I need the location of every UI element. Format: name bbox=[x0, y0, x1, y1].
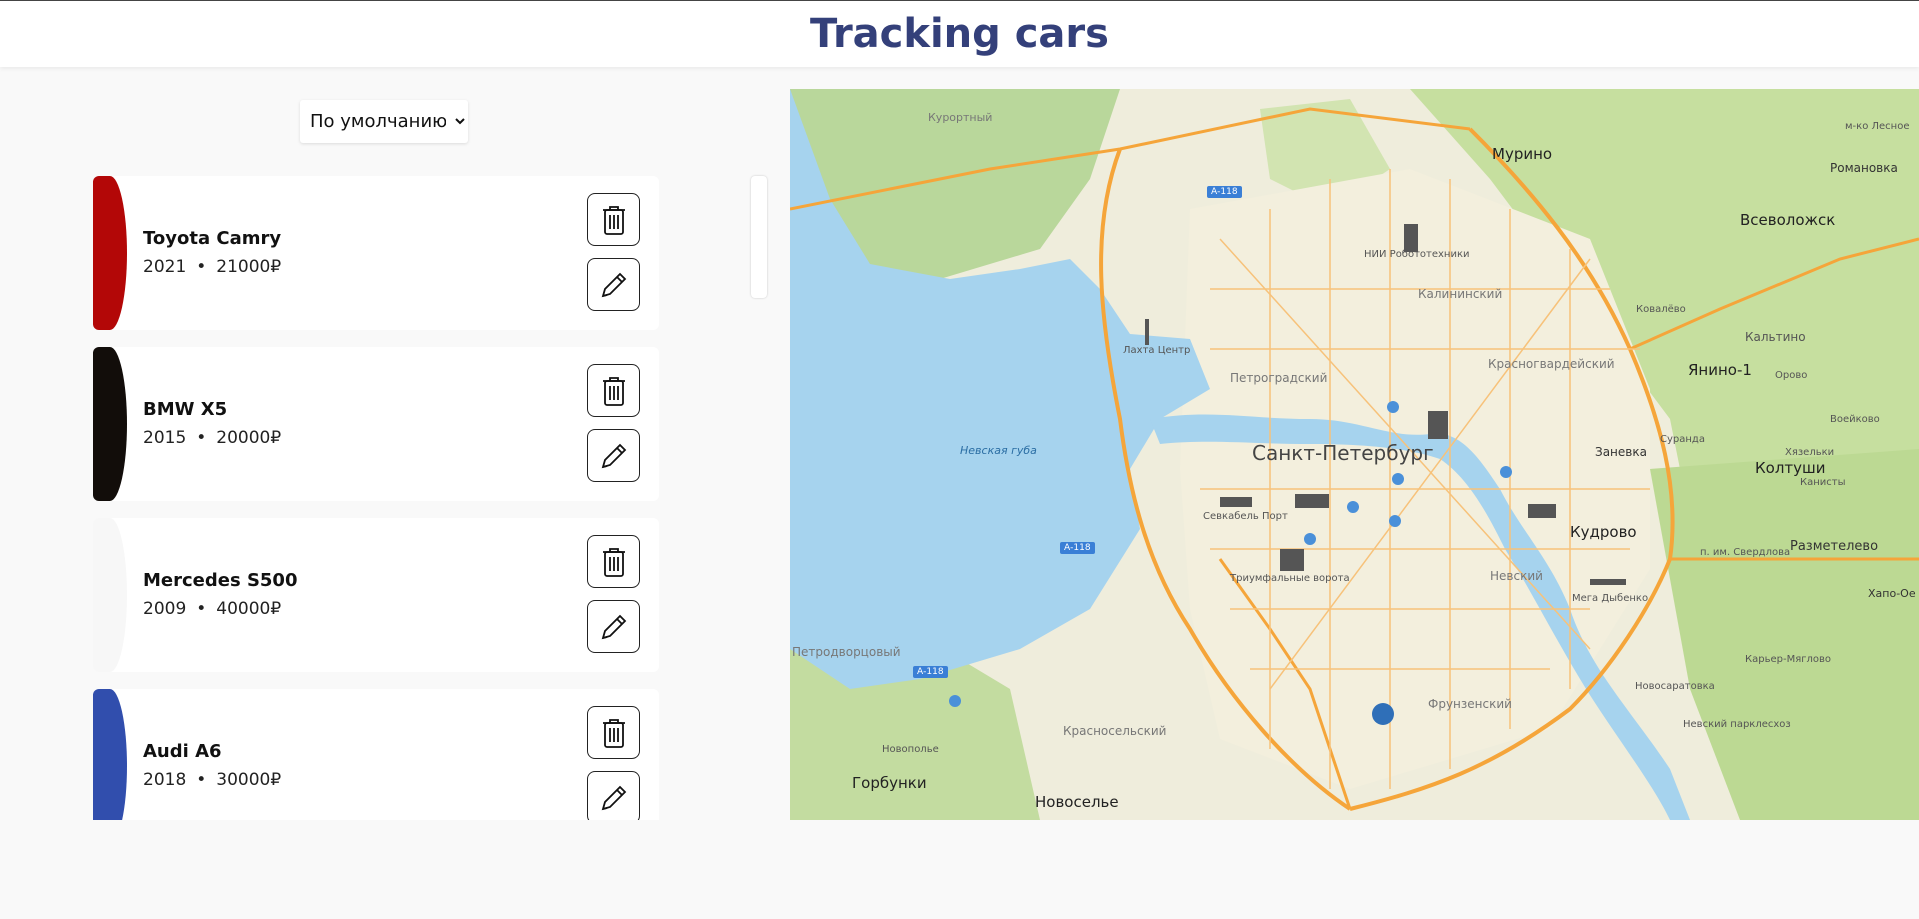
map-label: Кудрово bbox=[1570, 523, 1637, 541]
map-label: Невский парклесхоз bbox=[1683, 719, 1791, 730]
list-scrollbar[interactable] bbox=[751, 176, 767, 298]
car-year: 2018 bbox=[143, 770, 187, 790]
map-label: Ковалёво bbox=[1636, 304, 1686, 315]
car-list[interactable]: Toyota Camry 2021 • 21000₽ BMW X5 2015 • 200… bbox=[93, 176, 659, 820]
car-color-swatch bbox=[93, 347, 127, 501]
delete-button[interactable] bbox=[587, 364, 640, 417]
map-label: Невская губа bbox=[960, 444, 1037, 457]
map-label: Хязельки bbox=[1785, 447, 1835, 458]
separator-dot: • bbox=[196, 599, 207, 619]
trash-icon bbox=[602, 547, 625, 577]
map-label: м-ко Лесное bbox=[1845, 121, 1910, 132]
trash-icon bbox=[602, 205, 625, 235]
map-label: Янино-1 bbox=[1688, 361, 1752, 379]
trash-icon bbox=[602, 718, 625, 748]
map-label: Заневка bbox=[1595, 445, 1647, 459]
trash-icon bbox=[602, 376, 625, 406]
car-card[interactable]: BMW X5 2015 • 20000₽ bbox=[93, 347, 659, 501]
map-label: Воейково bbox=[1830, 414, 1880, 425]
road-badge: А-118 bbox=[913, 666, 948, 678]
pencil-icon bbox=[601, 272, 626, 297]
car-name: Toyota Camry bbox=[143, 228, 282, 249]
map-city-label: Санкт-Петербург bbox=[1252, 441, 1434, 465]
map-label: Орово bbox=[1775, 370, 1808, 381]
map[interactable]: Санкт-Петербург Мурино Всеволожск Романо… bbox=[790, 89, 1919, 820]
car-name: Audi A6 bbox=[143, 741, 222, 762]
separator-dot: • bbox=[196, 428, 207, 448]
map-label: Триумфальные ворота bbox=[1230, 573, 1350, 584]
car-price: 40000₽ bbox=[216, 599, 282, 619]
car-price: 30000₽ bbox=[216, 770, 282, 790]
car-name: BMW X5 bbox=[143, 399, 228, 420]
car-card[interactable]: Mercedes S500 2009 • 40000₽ bbox=[93, 518, 659, 672]
page-title: Tracking cars bbox=[810, 11, 1109, 57]
sort-select[interactable]: По умолчанию bbox=[300, 100, 468, 143]
map-label: Невский bbox=[1490, 569, 1543, 583]
delete-button[interactable] bbox=[587, 535, 640, 588]
pencil-icon bbox=[601, 443, 626, 468]
car-card[interactable]: Audi A6 2018 • 30000₽ bbox=[93, 689, 659, 820]
map-label: Разметелево bbox=[1790, 539, 1879, 554]
car-color-swatch bbox=[93, 518, 127, 672]
car-meta: 2009 • 40000₽ bbox=[143, 599, 281, 619]
map-label: Хапо-Ое bbox=[1868, 587, 1916, 600]
car-meta: 2021 • 21000₽ bbox=[143, 257, 281, 277]
car-card[interactable]: Toyota Camry 2021 • 21000₽ bbox=[93, 176, 659, 330]
edit-button[interactable] bbox=[587, 258, 640, 311]
delete-button[interactable] bbox=[587, 193, 640, 246]
map-label: Новополье bbox=[882, 744, 939, 755]
car-price: 21000₽ bbox=[216, 257, 282, 277]
car-color-swatch bbox=[93, 176, 127, 330]
map-label: Севкабель Порт bbox=[1203, 511, 1288, 522]
header: Tracking cars bbox=[0, 0, 1919, 67]
car-color-swatch bbox=[93, 689, 127, 820]
car-price: 20000₽ bbox=[216, 428, 282, 448]
map-label: Романовка bbox=[1830, 161, 1898, 175]
car-meta: 2018 • 30000₽ bbox=[143, 770, 281, 790]
edit-button[interactable] bbox=[587, 771, 640, 820]
map-label: Петродворцовый bbox=[792, 645, 901, 659]
map-label: Калининский bbox=[1418, 287, 1503, 301]
car-name: Mercedes S500 bbox=[143, 570, 298, 591]
map-label: Кальтино bbox=[1745, 330, 1806, 344]
map-label: Петроградский bbox=[1230, 371, 1328, 385]
map-label: Всеволожск bbox=[1740, 211, 1836, 229]
map-label: Красногвардейский bbox=[1488, 357, 1615, 371]
map-label: Новоселье bbox=[1035, 793, 1119, 811]
map-label: Горбунки bbox=[852, 774, 927, 792]
car-year: 2009 bbox=[143, 599, 187, 619]
map-label: Канисты bbox=[1800, 477, 1846, 488]
car-year: 2015 bbox=[143, 428, 187, 448]
map-label: НИИ Робототехники bbox=[1364, 249, 1470, 260]
road-badge: А-118 bbox=[1060, 542, 1095, 554]
map-label: Суранда bbox=[1660, 434, 1705, 445]
map-label: Новосаратовка bbox=[1635, 681, 1715, 692]
separator-dot: • bbox=[196, 770, 207, 790]
road-badge: А-118 bbox=[1207, 186, 1242, 198]
car-year: 2021 bbox=[143, 257, 187, 277]
separator-dot: • bbox=[196, 257, 207, 277]
map-label: Фрунзенский bbox=[1428, 697, 1512, 711]
map-label: Красносельский bbox=[1063, 724, 1167, 738]
pencil-icon bbox=[601, 785, 626, 810]
pencil-icon bbox=[601, 614, 626, 639]
car-meta: 2015 • 20000₽ bbox=[143, 428, 281, 448]
map-label: п. им. Свердлова bbox=[1700, 547, 1791, 558]
map-label: Мега Дыбенко bbox=[1572, 593, 1649, 604]
delete-button[interactable] bbox=[587, 706, 640, 759]
map-label: Лахта Центр bbox=[1123, 345, 1191, 356]
map-label: Колтуши bbox=[1755, 459, 1826, 477]
map-label: Курортный bbox=[928, 111, 993, 124]
map-label: Мурино bbox=[1492, 145, 1553, 163]
map-label: Карьер-Мяглово bbox=[1745, 654, 1831, 665]
edit-button[interactable] bbox=[587, 429, 640, 482]
edit-button[interactable] bbox=[587, 600, 640, 653]
